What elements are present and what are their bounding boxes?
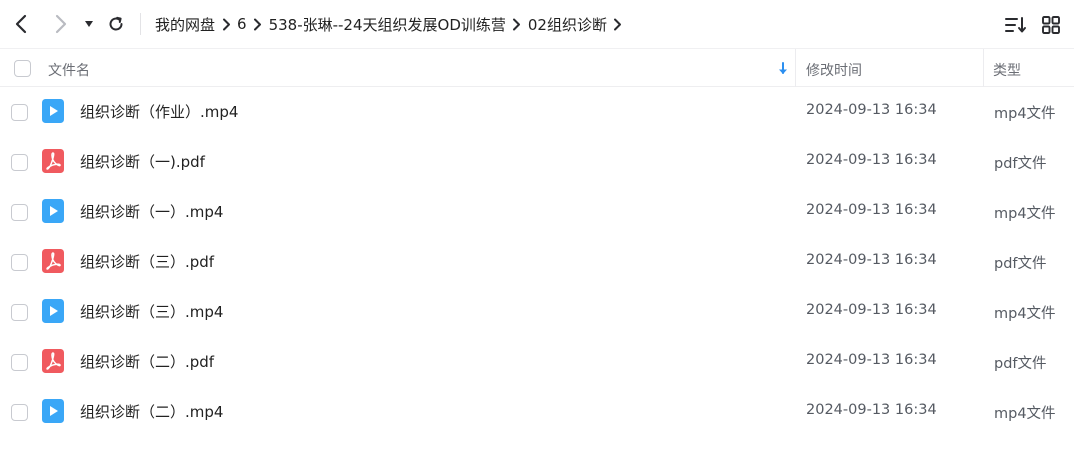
file-name[interactable]: 组织诊断（一).pdf: [80, 151, 205, 172]
file-type: pdf文件: [994, 156, 1047, 172]
column-header-type[interactable]: 类型: [993, 60, 1021, 80]
file-type: mp4文件: [994, 406, 1056, 422]
file-modified-date: 2024-09-13 16:34: [806, 202, 937, 218]
row-checkbox[interactable]: [11, 354, 28, 371]
file-row[interactable]: 组织诊断（一).pdf 2024-09-13 16:34 pdf文件: [0, 137, 1074, 187]
row-checkbox[interactable]: [11, 254, 28, 271]
file-modified-date: 2024-09-13 16:34: [806, 352, 937, 368]
file-modified-date: 2024-09-13 16:34: [806, 102, 937, 118]
chevron-right-icon: [55, 14, 67, 34]
video-file-icon: [42, 99, 64, 123]
file-row[interactable]: 组织诊断（三）.pdf 2024-09-13 16:34 pdf文件: [0, 237, 1074, 287]
breadcrumb: 我的网盘 6 538-张琳--24天组织发展OD训练营 02组织诊断: [155, 12, 629, 36]
file-type: pdf文件: [994, 356, 1047, 372]
file-row[interactable]: 组织诊断（三）.mp4 2024-09-13 16:34 mp4文件: [0, 287, 1074, 337]
column-divider[interactable]: [983, 49, 984, 87]
file-modified-date: 2024-09-13 16:34: [806, 252, 937, 268]
column-divider[interactable]: [795, 49, 796, 87]
breadcrumb-item-root[interactable]: 我的网盘: [155, 14, 215, 35]
file-name[interactable]: 组织诊断（二）.mp4: [80, 401, 223, 422]
file-row[interactable]: 组织诊断（二）.pdf 2024-09-13 16:34 pdf文件: [0, 337, 1074, 387]
file-name[interactable]: 组织诊断（三）.mp4: [80, 301, 223, 322]
file-list-header: 文件名 修改时间 类型: [0, 48, 1074, 87]
file-row[interactable]: 组织诊断（作业）.mp4 2024-09-13 16:34 mp4文件: [0, 87, 1074, 137]
row-checkbox[interactable]: [11, 404, 28, 421]
column-header-modified[interactable]: 修改时间: [806, 60, 862, 80]
pdf-file-icon: [42, 249, 64, 273]
refresh-button[interactable]: [104, 12, 128, 36]
file-row[interactable]: 组织诊断（一）.mp4 2024-09-13 16:34 mp4文件: [0, 187, 1074, 237]
toolbar: 我的网盘 6 538-张琳--24天组织发展OD训练营 02组织诊断: [0, 0, 1074, 48]
file-name[interactable]: 组织诊断（二）.pdf: [80, 351, 214, 372]
file-name[interactable]: 组织诊断（一）.mp4: [80, 201, 223, 222]
video-file-icon: [42, 199, 64, 223]
refresh-icon: [109, 16, 123, 31]
row-checkbox[interactable]: [11, 304, 28, 321]
sort-list-icon: [1005, 17, 1026, 33]
file-row[interactable]: 组织诊断（二）.mp4 2024-09-13 16:34 mp4文件: [0, 387, 1074, 437]
pdf-file-icon: [42, 349, 64, 373]
select-all-checkbox[interactable]: [14, 60, 31, 77]
sort-descending-icon[interactable]: [776, 61, 790, 77]
toolbar-divider: [140, 13, 141, 35]
chevron-right-icon: [506, 12, 528, 36]
file-name[interactable]: 组织诊断（三）.pdf: [80, 251, 214, 272]
file-modified-date: 2024-09-13 16:34: [806, 302, 937, 318]
video-file-icon: [42, 399, 64, 423]
file-type: mp4文件: [994, 106, 1056, 122]
grid-icon: [1042, 16, 1060, 34]
file-modified-date: 2024-09-13 16:34: [806, 402, 937, 418]
back-button[interactable]: [9, 12, 33, 36]
file-name[interactable]: 组织诊断（作业）.mp4: [80, 101, 238, 122]
row-checkbox[interactable]: [11, 104, 28, 121]
caret-down-icon: [85, 21, 93, 27]
breadcrumb-item-folder-6[interactable]: 6: [237, 15, 247, 33]
row-checkbox[interactable]: [11, 204, 28, 221]
chevron-right-icon: [607, 12, 629, 36]
grid-view-button[interactable]: [1039, 13, 1063, 37]
row-checkbox[interactable]: [11, 154, 28, 171]
file-type: pdf文件: [994, 256, 1047, 272]
file-type: mp4文件: [994, 206, 1056, 222]
history-dropdown-button[interactable]: [81, 12, 97, 36]
chevron-right-icon: [215, 12, 237, 36]
breadcrumb-item-current[interactable]: 02组织诊断: [528, 14, 607, 35]
file-type: mp4文件: [994, 306, 1056, 322]
file-modified-date: 2024-09-13 16:34: [806, 152, 937, 168]
column-header-name[interactable]: 文件名: [48, 60, 90, 80]
chevron-left-icon: [15, 14, 27, 34]
breadcrumb-item-course[interactable]: 538-张琳--24天组织发展OD训练营: [269, 14, 506, 35]
file-list: 组织诊断（作业）.mp4 2024-09-13 16:34 mp4文件 组织诊断…: [0, 87, 1074, 437]
forward-button[interactable]: [49, 12, 73, 36]
sort-order-button[interactable]: [1004, 13, 1028, 37]
video-file-icon: [42, 299, 64, 323]
chevron-right-icon: [247, 12, 269, 36]
pdf-file-icon: [42, 149, 64, 173]
